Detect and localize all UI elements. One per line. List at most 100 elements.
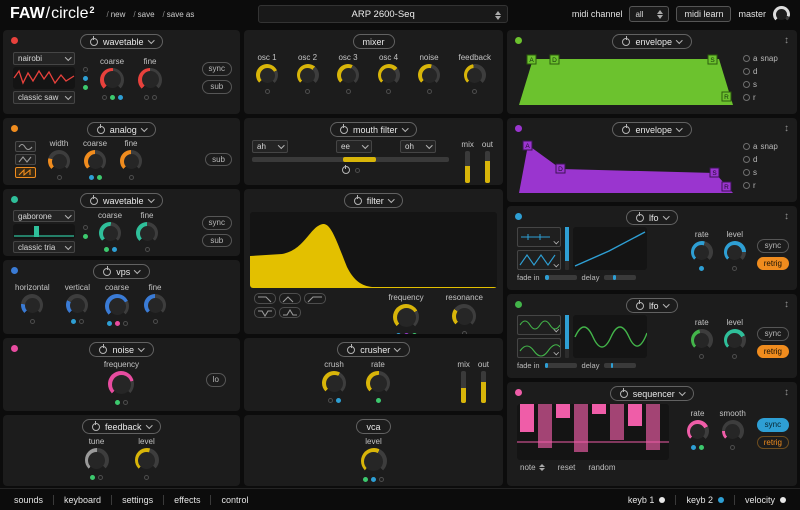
formant-c-select[interactable]: oh — [400, 140, 436, 153]
reorder-updown-icon[interactable]: ↕ — [784, 36, 789, 46]
lfo-wave-b-select[interactable] — [517, 338, 561, 358]
noise-level-knob[interactable] — [418, 64, 440, 86]
lfo-waveform-display[interactable] — [573, 227, 647, 270]
notch-button[interactable] — [254, 307, 276, 318]
mod-slot[interactable] — [305, 89, 310, 94]
mod-slot[interactable] — [699, 445, 704, 450]
mod-slot[interactable] — [732, 266, 737, 271]
wave-morph-slider[interactable] — [565, 315, 569, 358]
sequencer-header[interactable]: sequencer — [610, 386, 695, 401]
out-meter[interactable]: out — [482, 140, 493, 183]
mod-slot[interactable] — [83, 234, 88, 239]
envelope2-header[interactable]: envelope — [612, 122, 691, 137]
out-meter[interactable]: out — [478, 360, 489, 403]
tab-keyboard[interactable]: keyboard — [54, 495, 111, 505]
mouth-filter-header[interactable]: mouth filter — [330, 122, 417, 137]
frequency-knob[interactable] — [393, 304, 419, 330]
mod-slot[interactable] — [396, 333, 401, 334]
mod-slot[interactable] — [97, 175, 102, 180]
power-led[interactable] — [11, 345, 18, 352]
lfo1-header[interactable]: lfo — [626, 210, 678, 225]
menu-save[interactable]: /save — [133, 10, 154, 19]
level-knob[interactable] — [724, 329, 746, 351]
waveform-display[interactable] — [13, 67, 75, 89]
filter-curve-display[interactable] — [250, 212, 497, 288]
attack-handle[interactable]: A — [529, 57, 534, 64]
mod-slot[interactable] — [265, 89, 270, 94]
power-led[interactable] — [515, 301, 522, 308]
power-led[interactable] — [515, 125, 522, 132]
retrig-button[interactable]: retrig — [757, 345, 789, 359]
tab-settings[interactable]: settings — [112, 495, 163, 505]
bandpass-button[interactable] — [279, 293, 301, 304]
tab-effects[interactable]: effects — [164, 495, 210, 505]
rate-knob[interactable] — [687, 420, 709, 442]
power-icon[interactable] — [99, 346, 107, 354]
fine-knob[interactable] — [138, 68, 162, 92]
sub-button[interactable]: sub — [202, 234, 232, 248]
reorder-updown-icon[interactable]: ↕ — [784, 388, 789, 398]
sync-button[interactable]: sync — [757, 327, 789, 341]
reorder-updown-icon[interactable]: ↕ — [784, 124, 789, 134]
sub-button[interactable]: sub — [202, 80, 232, 94]
power-icon[interactable] — [90, 38, 98, 46]
analog-header[interactable]: analog — [87, 122, 157, 137]
mod-slot[interactable] — [144, 95, 149, 100]
mod-slot[interactable] — [104, 247, 109, 252]
shape-select[interactable]: classic tria — [13, 241, 75, 253]
fade-in-slider[interactable] — [545, 363, 577, 368]
filter-header[interactable]: filter — [344, 193, 404, 208]
delay-slider[interactable] — [604, 275, 636, 280]
coarse-knob[interactable] — [99, 222, 121, 244]
mod-slot[interactable] — [145, 247, 150, 252]
mod-slot[interactable] — [83, 225, 88, 230]
lowpass-button[interactable] — [254, 293, 276, 304]
mod-slot[interactable] — [386, 89, 391, 94]
shape-select[interactable]: classic saw — [13, 91, 75, 104]
highpass-button[interactable] — [304, 293, 326, 304]
rate-knob[interactable] — [691, 329, 713, 351]
vps-header[interactable]: vps — [93, 264, 150, 279]
mod-slot[interactable] — [153, 319, 158, 324]
velocity-indicator[interactable]: velocity — [735, 495, 796, 505]
mod-slot[interactable] — [112, 247, 117, 252]
mixer-header[interactable]: mixer — [353, 34, 395, 49]
menu-new[interactable]: /new — [106, 10, 125, 19]
mod-slot[interactable] — [83, 76, 88, 81]
mod-slot[interactable] — [71, 319, 76, 324]
mod-slot[interactable] — [83, 67, 88, 72]
mod-slot[interactable] — [98, 475, 103, 480]
power-led[interactable] — [11, 37, 18, 44]
s-radio[interactable] — [743, 169, 750, 176]
mod-slot[interactable] — [355, 168, 360, 173]
rate-knob[interactable] — [691, 241, 713, 263]
power-icon[interactable] — [342, 166, 350, 174]
fine-knob[interactable] — [144, 294, 166, 316]
r-radio[interactable] — [743, 182, 750, 189]
mod-slot[interactable] — [118, 95, 123, 100]
sustain-handle[interactable]: S — [710, 57, 715, 64]
decay-handle[interactable]: D — [552, 57, 557, 64]
power-icon[interactable] — [636, 302, 644, 310]
smooth-knob[interactable] — [722, 420, 744, 442]
release-handle[interactable]: R — [724, 184, 729, 191]
lfo-wave-a-select[interactable] — [517, 315, 561, 335]
mod-slot[interactable] — [730, 445, 735, 450]
mod-slot[interactable] — [152, 95, 157, 100]
power-icon[interactable] — [622, 38, 630, 46]
snap-toggle[interactable]: snap — [760, 142, 777, 151]
power-led[interactable] — [11, 125, 18, 132]
triangle-wave-button[interactable] — [15, 154, 36, 165]
envelope-graph[interactable]: A D S R — [517, 51, 735, 107]
crusher-header[interactable]: crusher — [337, 342, 410, 357]
mod-slot[interactable] — [462, 331, 467, 334]
mod-slot[interactable] — [129, 175, 134, 180]
mod-slot[interactable] — [691, 445, 696, 450]
horizontal-knob[interactable] — [21, 294, 43, 316]
mod-slot[interactable] — [123, 321, 128, 326]
tab-sounds[interactable]: sounds — [4, 495, 53, 505]
midi-channel-select[interactable]: all — [629, 6, 669, 22]
level-knob[interactable] — [135, 448, 159, 472]
formant-morph-slider[interactable] — [252, 157, 449, 162]
mod-slot[interactable] — [346, 89, 351, 94]
